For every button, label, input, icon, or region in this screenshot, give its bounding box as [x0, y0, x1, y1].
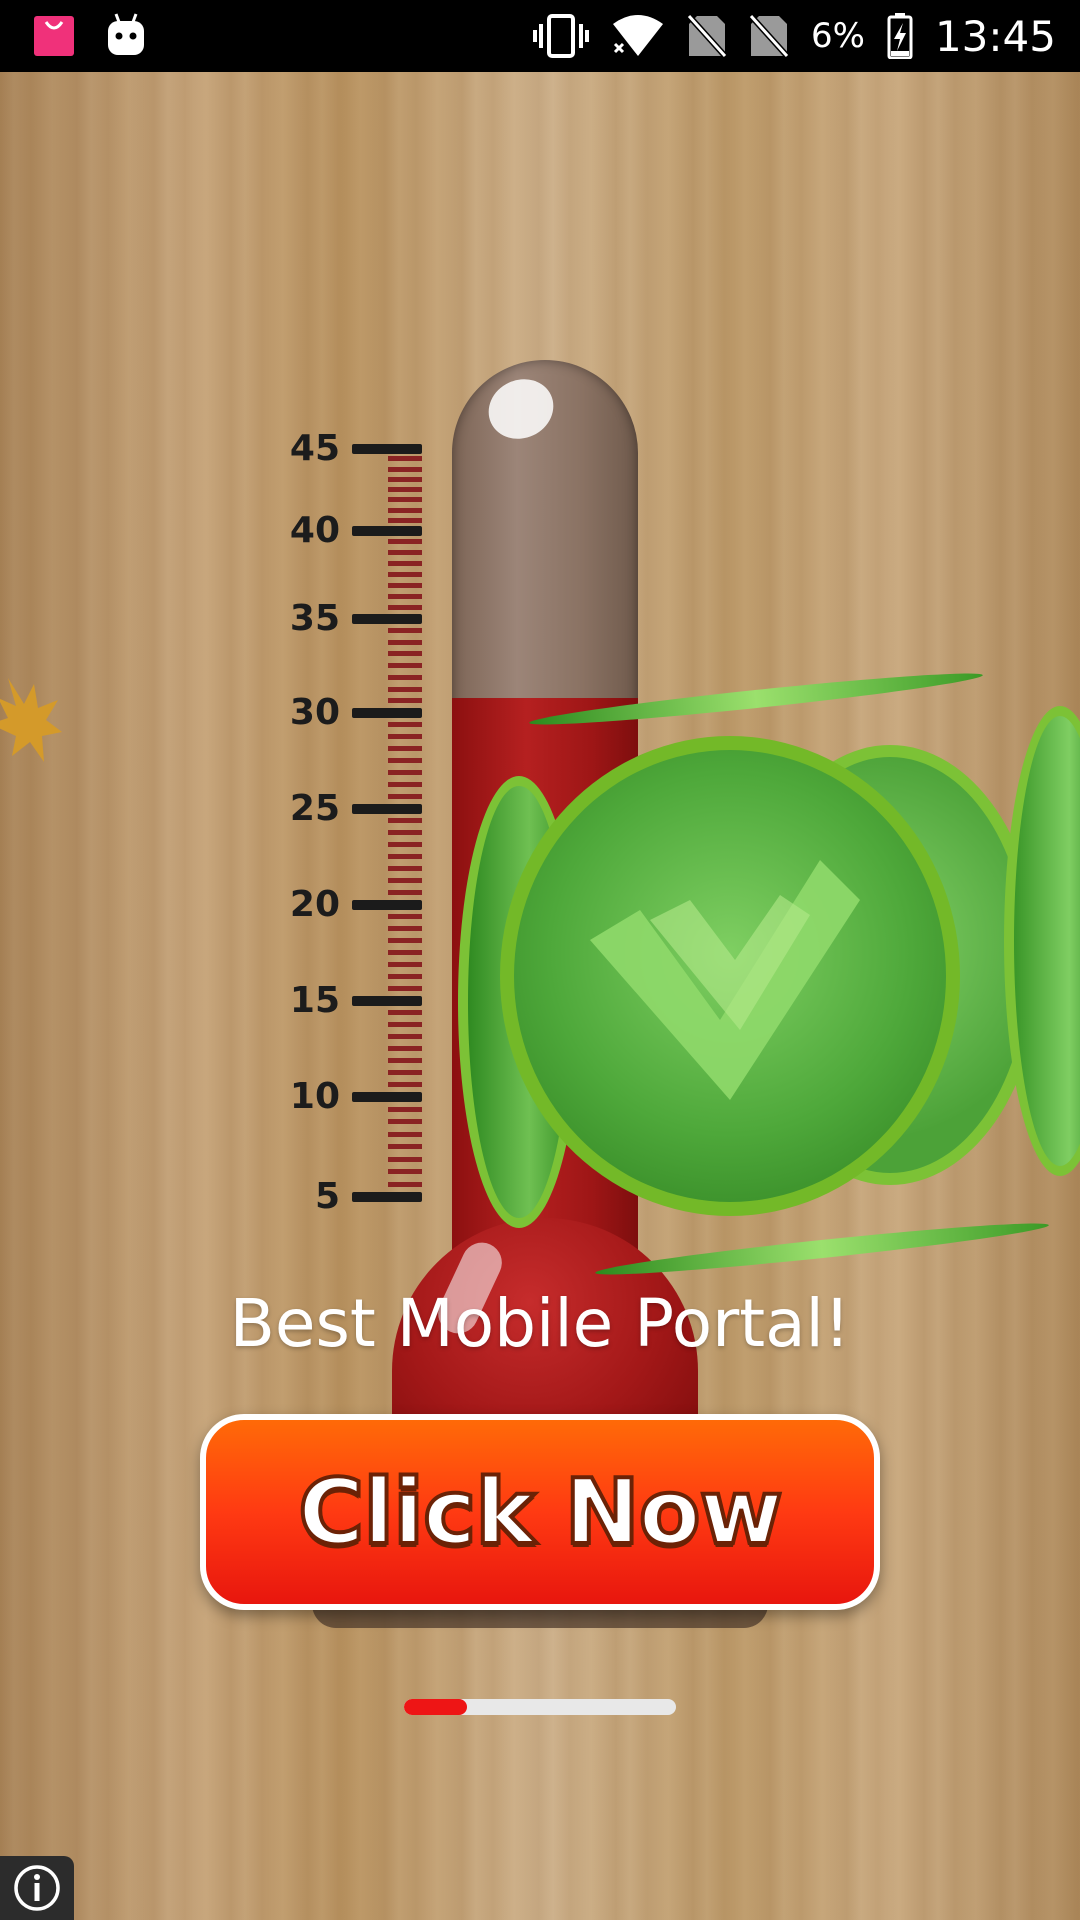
info-button[interactable] [0, 1856, 74, 1920]
scale-major-tick [352, 996, 422, 1006]
scale-minor-tick [388, 1169, 422, 1174]
scale-major-tick [352, 1192, 422, 1202]
scale-label: 5 [314, 1176, 340, 1217]
scale-minor-tick [388, 1010, 422, 1015]
scale-major-tick [352, 900, 422, 910]
scale-minor-tick [388, 1022, 422, 1027]
scale-minor-tick [388, 1119, 422, 1124]
scale-minor-tick [388, 487, 422, 492]
scale-label: 45 [289, 428, 340, 469]
scale-label: 25 [289, 788, 340, 829]
scale-label: 35 [289, 598, 340, 639]
scale-minor-tick [388, 1156, 422, 1162]
ad-headline: Best Mobile Portal! [229, 1285, 851, 1362]
scale-minor-tick [388, 734, 422, 739]
clock: 13:45 [934, 11, 1056, 61]
scale-minor-tick [388, 746, 422, 751]
scale-minor-tick [388, 1082, 422, 1087]
scale-major-tick [352, 444, 422, 454]
scale-major-tick [352, 1092, 422, 1102]
checkmark-icon [590, 860, 860, 1100]
scale-label: 10 [289, 1076, 340, 1117]
scale-major-tick [352, 708, 422, 718]
scale-minor-tick [388, 962, 422, 967]
scale-minor-tick [388, 854, 422, 859]
android-debug-icon [108, 13, 144, 55]
no-sim-icon [687, 14, 727, 58]
battery-charging-icon [887, 13, 913, 59]
scale-major-tick [352, 526, 422, 536]
shopping-bag-icon [34, 16, 74, 56]
scale-minor-tick [388, 686, 422, 692]
scale-minor-tick [388, 926, 422, 931]
scale-minor-tick [388, 1144, 422, 1149]
scale-minor-tick [388, 1046, 422, 1051]
progress-fill [404, 1699, 467, 1715]
scale-minor-tick [388, 507, 422, 513]
scale-minor-tick [388, 583, 422, 588]
scale-minor-tick [388, 627, 422, 633]
scale-minor-tick [388, 572, 422, 577]
scale-label: 30 [289, 692, 340, 733]
scale-minor-tick [388, 794, 422, 799]
scale-minor-tick [388, 466, 422, 472]
scale-minor-tick [388, 1106, 422, 1112]
scale-minor-tick [388, 1181, 422, 1187]
scale-minor-tick [388, 722, 422, 727]
scale-label: 40 [289, 510, 340, 551]
no-sim-icon [749, 14, 789, 58]
scale-minor-tick [388, 782, 422, 787]
scale-minor-tick [388, 561, 422, 566]
scale-minor-tick [388, 517, 422, 523]
scale-minor-tick [388, 878, 422, 883]
scale-minor-tick [388, 1058, 422, 1063]
scale-minor-tick [388, 830, 422, 835]
scale-minor-tick [388, 1034, 422, 1039]
temperature-scale: 45 40 35 30 25 20 15 10 5 [270, 420, 430, 1220]
scale-minor-tick [388, 938, 422, 943]
scale-minor-tick [388, 476, 422, 482]
scale-minor-tick [388, 605, 422, 610]
scale-minor-tick [388, 539, 422, 544]
scale-minor-tick [388, 663, 422, 668]
scale-minor-tick [388, 1131, 422, 1137]
scale-minor-tick [388, 456, 422, 462]
battery-percent: 6% [811, 16, 865, 56]
click-now-button[interactable]: Click Now [200, 1414, 880, 1610]
scale-minor-tick [388, 758, 422, 763]
maple-leaf-icon [0, 678, 62, 762]
click-now-label: Click Now [296, 1458, 785, 1567]
scale-minor-tick [388, 497, 422, 503]
scale-label: 15 [289, 980, 340, 1021]
scale-minor-tick [388, 842, 422, 847]
scale-minor-tick [388, 950, 422, 955]
scale-minor-tick [388, 818, 422, 823]
wifi-icon [613, 15, 663, 56]
scale-minor-tick [388, 651, 422, 657]
scale-minor-tick [388, 674, 422, 680]
info-icon [14, 1865, 60, 1911]
scale-minor-tick [388, 866, 422, 871]
scale-minor-tick [388, 914, 422, 919]
scale-minor-tick [388, 594, 422, 599]
scale-minor-tick [388, 639, 422, 645]
scale-minor-tick [388, 550, 422, 555]
status-bar: 6% 13:45 [0, 0, 1080, 72]
vibrate-icon [533, 14, 589, 58]
scale-minor-tick [388, 770, 422, 775]
scale-label: 20 [289, 884, 340, 925]
scale-minor-tick [388, 890, 422, 895]
scale-minor-tick [388, 986, 422, 991]
scale-major-tick [352, 804, 422, 814]
progress-bar [404, 1699, 676, 1715]
scale-minor-tick [388, 974, 422, 979]
scale-minor-tick [388, 698, 422, 704]
scale-minor-tick [388, 1070, 422, 1075]
scale-major-tick [352, 614, 422, 624]
